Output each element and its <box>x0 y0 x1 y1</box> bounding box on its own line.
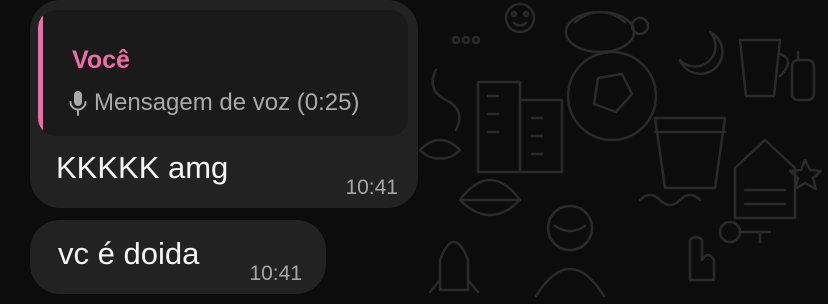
doodle-moon-icon <box>678 30 724 76</box>
doodle-snake-icon <box>431 68 461 132</box>
doodle-croissant-icon <box>418 138 462 160</box>
message-bubble[interactable]: Você Mensagem de voz (0:25) KKKKK amg 10… <box>30 0 418 208</box>
reply-preview: Mensagem de voz (0:25) <box>68 86 359 120</box>
doodle-rocket-icon <box>428 240 480 294</box>
message-text: KKKKK amg <box>56 150 229 185</box>
reply-preview-text: Mensagem de voz (0:25) <box>94 89 360 116</box>
doodle-building-icon <box>476 80 564 174</box>
message-text: vc é doida <box>58 236 200 271</box>
message-timestamp: 10:41 <box>249 262 302 285</box>
doodle-turtle-icon <box>564 10 650 54</box>
chat-area: Você Mensagem de voz (0:25) KKKKK amg 10… <box>0 0 828 304</box>
reply-quote[interactable]: Você Mensagem de voz (0:25) <box>38 10 408 136</box>
reply-quote-accent-bar <box>38 10 43 136</box>
doodle-hand-icon <box>688 235 716 282</box>
doodle-cabin-icon <box>733 138 797 220</box>
doodle-bottle-icon <box>790 50 816 102</box>
doodle-face-icon <box>504 2 536 34</box>
doodle-ball-icon <box>566 50 658 142</box>
doodle-leaf-icon <box>458 178 522 217</box>
mic-icon <box>69 91 87 116</box>
doodle-key-icon <box>718 220 772 244</box>
reply-author: Você <box>72 46 130 74</box>
doodle-pot-icon <box>653 116 727 190</box>
doodle-person-icon <box>534 204 606 298</box>
message-timestamp: 10:41 <box>345 176 398 199</box>
doodle-dots-icon <box>451 35 481 45</box>
message-bubble[interactable]: vc é doida 10:41 <box>30 220 326 294</box>
doodle-wave-icon <box>638 193 702 207</box>
doodle-cup-icon <box>738 38 790 98</box>
